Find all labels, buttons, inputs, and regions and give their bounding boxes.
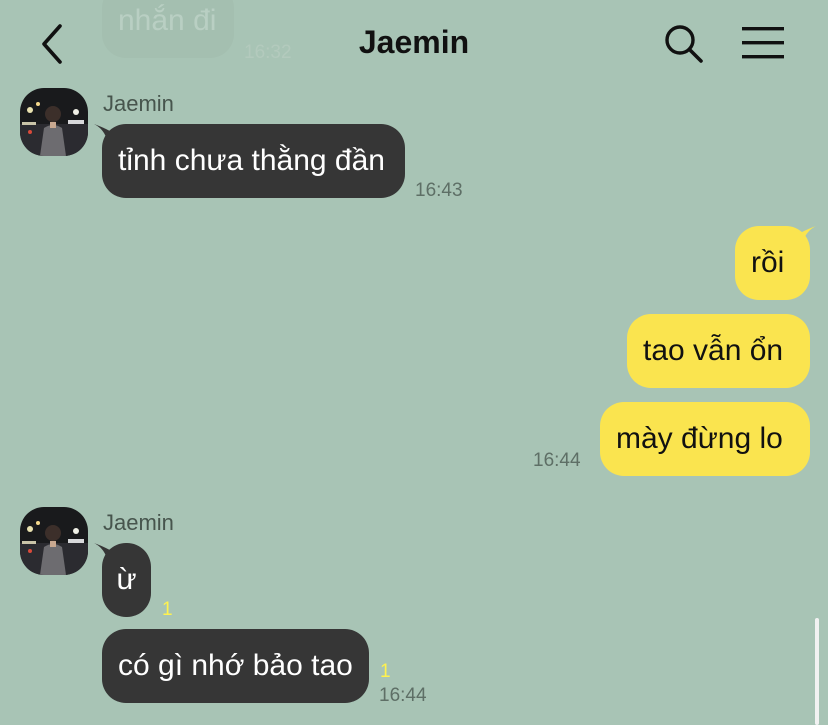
search-button[interactable] — [664, 24, 704, 64]
message-text: ừ — [116, 563, 137, 596]
message-text: rồi — [751, 246, 785, 279]
unread-count: 1 — [162, 599, 173, 620]
message-bubble-outgoing[interactable]: mày đừng lo — [600, 402, 810, 476]
avatar-image — [20, 507, 88, 575]
message-bubble-incoming[interactable]: tỉnh chưa thằng đần — [102, 124, 405, 198]
sender-name: Jaemin — [103, 91, 174, 116]
message-bubble-outgoing[interactable]: tao vẫn ổn — [627, 314, 810, 388]
message-timestamp: 16:43 — [415, 180, 463, 201]
scrollbar[interactable] — [815, 618, 819, 725]
avatar[interactable] — [20, 507, 88, 575]
menu-button[interactable] — [742, 26, 786, 60]
avatar-image — [20, 88, 88, 156]
message-bubble-incoming[interactable]: ừ — [102, 543, 151, 617]
message-timestamp: 16:44 — [379, 685, 427, 706]
hamburger-menu-icon — [742, 27, 784, 59]
message-text: tỉnh chưa thằng đần — [118, 144, 385, 177]
message-timestamp: 16:44 — [533, 450, 581, 471]
message-text: mày đừng lo — [616, 422, 783, 455]
message-text: có gì nhớ bảo tao — [118, 649, 353, 682]
message-text: tao vẫn ổn — [643, 334, 784, 367]
sender-name: Jaemin — [103, 510, 174, 535]
message-bubble-incoming[interactable]: có gì nhớ bảo tao — [102, 629, 369, 703]
message-bubble-outgoing[interactable]: rồi — [735, 226, 810, 300]
unread-count: 1 — [380, 661, 391, 682]
avatar[interactable] — [20, 88, 88, 156]
search-icon — [665, 25, 703, 63]
